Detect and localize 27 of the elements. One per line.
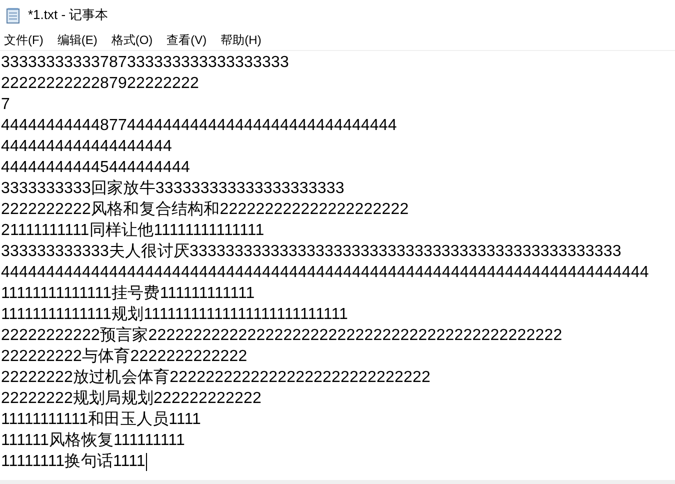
text-line: 22222222222预言家2222222222222222222222222222222222222222222222 — [1, 326, 562, 346]
notepad-icon — [5, 6, 21, 24]
menu-item[interactable]: 文件(F) — [0, 31, 48, 49]
menu-item[interactable]: 帮助(H) — [216, 31, 266, 49]
window-title: *1.txt - 记事本 — [28, 6, 108, 24]
menu-item[interactable]: 编辑(E) — [53, 31, 102, 49]
text-line: 111111风格恢复111111111 — [1, 431, 185, 451]
text-line: 44444444444877444444444444444444444444444444 — [1, 116, 397, 136]
text-line: 4444444444444444444 — [1, 137, 172, 157]
menu-item[interactable]: 格式(O) — [107, 31, 157, 49]
text-line: 7 — [1, 95, 10, 115]
text-line: 444444444445444444444 — [1, 158, 190, 178]
text-line: 2222222222风格和复合结构和222222222222222222222 — [1, 200, 409, 220]
text-line: 22222222规划局规划222222222222 — [1, 388, 262, 409]
text-line: 444444444444444444444444444444444444444444444444444444444444444444444444 — [1, 263, 649, 283]
text-line: 11111111111和田玉人员1111 — [1, 410, 202, 430]
text-line: 11111111111111挂号费111111111111 — [1, 284, 255, 304]
text-line: 333333333333夫人很讨厌333333333333333333333333333333333333333333333333 — [1, 242, 622, 262]
text-line: 2222222222287922222222 — [1, 74, 199, 94]
text-line: 222222222与体育2222222222222 — [1, 346, 248, 367]
text-line: 22222222放过机会体育22222222222222222222222222222 — [1, 367, 431, 388]
menu-item[interactable]: 查看(V) — [162, 31, 211, 49]
text-line: 11111111111111规划11111111111111111111111111 — [1, 304, 348, 325]
text-line: 11111111换句话1111 — [1, 452, 146, 472]
text-line: 21111111111同样让他11111111111111 — [1, 220, 264, 241]
text-line: 33333333333787333333333333333333 — [1, 53, 289, 73]
text-line: 3333333333回家放牛333333333333333333333 — [1, 178, 344, 199]
